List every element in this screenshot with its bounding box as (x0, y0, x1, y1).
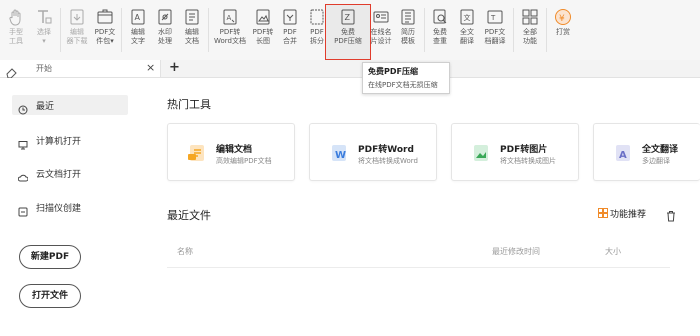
column-header-size[interactable]: 大小 (605, 246, 621, 257)
edit-doc-button[interactable]: 编辑 文档 (178, 2, 206, 46)
card-title: 全文翻译 (642, 145, 679, 155)
pdf-translate-icon: T (486, 8, 504, 26)
card-desc: 将文档转换成图片 (500, 157, 556, 165)
tab-bar: 开始 × + (0, 60, 700, 79)
cloud-icon (17, 168, 29, 182)
tab-close-button[interactable]: × (146, 61, 155, 74)
sidebar-item-cloud-open[interactable]: 云文档打开 (12, 163, 128, 183)
divider (167, 267, 670, 268)
tab-start[interactable]: 开始 × (0, 60, 161, 79)
tab-title: 开始 (36, 64, 52, 73)
computer-icon (18, 135, 28, 150)
toolbar-label: 编辑 (185, 28, 199, 36)
pdf-merge-icon (281, 8, 299, 26)
sidebar-item-label: 最近 (36, 102, 55, 112)
pdf-package-button[interactable]: PDF文 件包▾ (91, 2, 119, 46)
text-select-icon (35, 8, 53, 26)
sidebar: 最近 计算机打开 云文档打开 扫描仪创建 新建PDF 打开文件 (0, 78, 140, 336)
svg-text:¥: ¥ (559, 14, 565, 24)
reward-icon: ¥ (554, 8, 572, 26)
pdf-split-button[interactable]: PDF 拆分 (303, 2, 331, 46)
toolbar-label: 文档 (185, 37, 199, 45)
add-tab-button[interactable]: + (169, 60, 180, 75)
clock-icon (18, 100, 28, 115)
sidebar-item-recent[interactable]: 最近 (12, 95, 128, 115)
card-desc: 将文档转换成Word (358, 157, 418, 165)
feature-recommend-label: 功能推荐 (610, 210, 647, 220)
svg-text:W: W (335, 150, 346, 161)
card-title: PDF转图片 (500, 145, 548, 155)
plagiarism-check-icon (431, 8, 449, 26)
pdf-to-image-icon (254, 8, 272, 26)
toolbar-divider (208, 8, 209, 52)
svg-text:T: T (490, 14, 496, 22)
pdf-compress-icon: Z (339, 8, 357, 26)
edit-doc-icon (183, 8, 201, 26)
tooltip: 免费PDF压缩 在线PDF文档无损压缩 (362, 62, 450, 94)
card-pdf-to-image[interactable]: PDF转图片 将文档转换成图片 (451, 123, 579, 181)
toolbar-label: 档翻译 (484, 37, 506, 45)
card-desc: 多边翻译 (642, 157, 670, 165)
hot-tools-title: 热门工具 (167, 98, 211, 111)
recent-files-title: 最近文件 (167, 209, 211, 222)
hand-icon (7, 8, 25, 26)
card-edit-doc[interactable]: 编辑文档 高效编辑PDF文档 (167, 123, 295, 181)
svg-text:A: A (227, 14, 232, 22)
toolbar: 手型 工具 选择 ▾ 编辑 器下载 PDF文 件包▾ A 编辑 文字 水印 处理… (0, 0, 700, 61)
sidebar-item-computer-open[interactable]: 计算机打开 (12, 130, 128, 150)
toolbar-label: PDF文 (484, 28, 506, 36)
open-file-button[interactable]: 打开文件 (19, 284, 81, 308)
tooltip-title: 免费PDF压缩 (368, 67, 418, 76)
svg-text:文: 文 (464, 13, 471, 22)
pdf-compress-button[interactable]: Z 免费 PDF压缩 (334, 2, 362, 46)
tooltip-desc: 在线PDF文档无损压缩 (368, 81, 438, 89)
all-features-button[interactable]: 全部 功能 (516, 2, 544, 46)
card-full-translate[interactable]: A 全文翻译 多边翻译 (593, 123, 700, 181)
trash-icon[interactable] (665, 207, 677, 222)
edit-download-icon (68, 8, 86, 26)
new-pdf-button[interactable]: 新建PDF (19, 245, 81, 269)
reward-button[interactable]: ¥ 打赏 (549, 2, 577, 37)
card-design-icon (372, 8, 390, 26)
sidebar-item-label: 计算机打开 (36, 137, 82, 147)
edit-doc-icon (186, 142, 208, 164)
resume-template-icon (399, 8, 417, 26)
column-header-name[interactable]: 名称 (177, 246, 193, 257)
eraser-icon (6, 63, 17, 79)
svg-text:A: A (135, 13, 141, 22)
watermark-icon (156, 8, 174, 26)
pdf-translate-button[interactable]: T PDF文 档翻译 (481, 2, 509, 46)
feature-recommend-button[interactable]: 功能推荐 (598, 207, 646, 221)
word-icon: W (328, 142, 350, 164)
sidebar-item-label: 云文档打开 (36, 170, 82, 180)
pdf-to-word-icon: A (221, 8, 239, 26)
image-icon (470, 142, 492, 164)
column-header-modified[interactable]: 最近修改时间 (492, 246, 540, 257)
toolbar-label: 功能 (523, 37, 537, 45)
card-desc: 高效编辑PDF文档 (216, 157, 272, 165)
all-features-icon (521, 8, 539, 26)
pdf-split-icon (308, 8, 326, 26)
sidebar-item-scanner-create[interactable]: 扫描仪创建 (12, 197, 128, 217)
card-pdf-to-word[interactable]: W PDF转Word 将文档转换成Word (309, 123, 437, 181)
sidebar-item-label: 扫描仪创建 (36, 204, 82, 214)
full-translate-icon: 文 (458, 8, 476, 26)
card-title: 编辑文档 (216, 145, 253, 155)
pdf-to-word-button[interactable]: A PDF转 Word文档 (214, 2, 246, 46)
svg-text:Z: Z (345, 13, 351, 22)
translate-icon: A (612, 142, 634, 164)
toolbar-label: 打赏 (556, 28, 570, 36)
select-tool-button[interactable]: 选择 ▾ (30, 2, 58, 46)
edit-text-icon: A (129, 8, 147, 26)
scanner-icon (18, 202, 28, 217)
pdf-package-icon (96, 8, 114, 26)
card-title: PDF转Word (358, 145, 414, 155)
resume-template-button[interactable]: 简历 模板 (394, 2, 422, 46)
grid-icon (598, 208, 608, 221)
svg-text:A: A (619, 150, 627, 161)
